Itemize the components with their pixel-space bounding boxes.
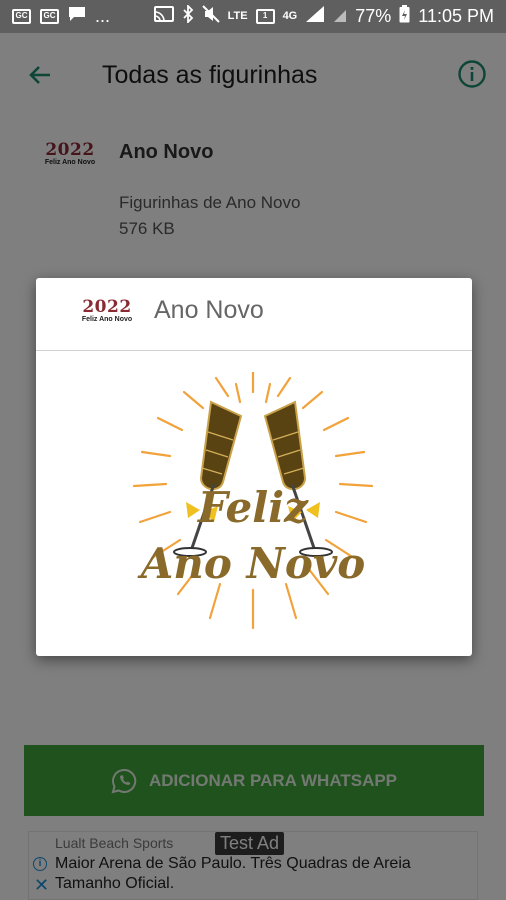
sticker-text-line2: Ano Novo xyxy=(137,539,366,588)
sim-icon: 1 xyxy=(255,9,275,24)
dialog-logo-year: 2022 xyxy=(82,297,132,317)
dialog-header: 2022 Feliz Ano Novo Ano Novo xyxy=(36,278,472,351)
message-icon xyxy=(68,6,86,27)
champagne-glass-left xyxy=(173,400,243,557)
dialog-title: Ano Novo xyxy=(154,296,264,324)
status-bar: GC GC ... LTE 1 4G 77% 11:05 PM xyxy=(0,0,506,33)
notification-app-icon: GC xyxy=(12,9,31,24)
notification-app-icon: GC xyxy=(40,9,59,24)
sticker-image[interactable]: Feliz Ano Novo xyxy=(128,372,378,632)
sticker-preview-dialog: 2022 Feliz Ano Novo Ano Novo Feliz Ano N… xyxy=(36,278,472,656)
signal-icon xyxy=(333,5,347,28)
more-notifications: ... xyxy=(95,6,111,26)
sticker-text-line1: Feliz xyxy=(197,483,309,532)
champagne-glass-right xyxy=(263,400,333,557)
dialog-pack-icon: 2022 Feliz Ano Novo xyxy=(80,298,134,332)
network-type: 4G xyxy=(282,10,298,22)
clock: 11:05 PM xyxy=(418,6,494,26)
dialog-logo-caption: Feliz Ano Novo xyxy=(81,316,133,323)
signal-icon xyxy=(305,5,325,28)
battery-percent: 77% xyxy=(355,6,392,26)
cast-icon xyxy=(153,6,174,27)
mute-icon xyxy=(201,5,220,28)
volte-icon: LTE xyxy=(227,10,248,22)
battery-icon xyxy=(399,5,410,28)
bluetooth-icon xyxy=(182,3,194,28)
